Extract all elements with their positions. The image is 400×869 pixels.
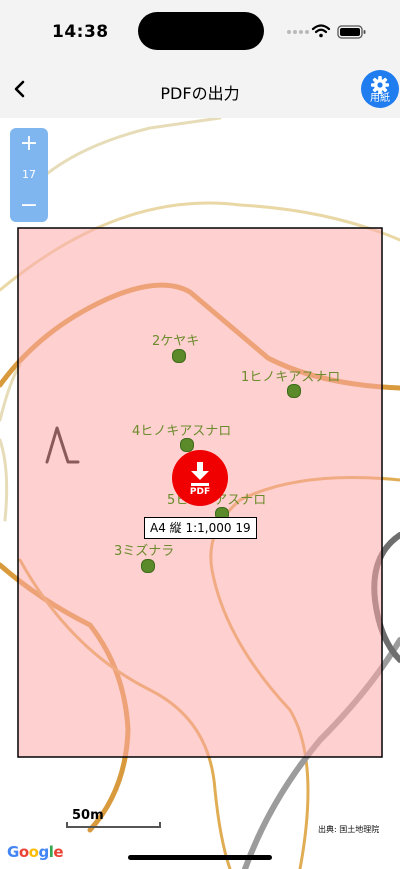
status-icons [286, 22, 376, 42]
contour-line [0, 438, 9, 522]
zoom-level: 17 [22, 168, 36, 181]
cellular-signal-icon [287, 30, 309, 34]
paper-settings-button[interactable]: 用紙 [361, 70, 399, 108]
tree-marker[interactable] [172, 349, 186, 363]
tree-marker[interactable] [180, 438, 194, 452]
map-attribution: 出典: 国土地理院 [318, 825, 380, 834]
tree-label-3: 3ミズナラ [114, 544, 175, 559]
tree-label-2: 2ケヤキ [152, 334, 200, 349]
dynamic-island [138, 12, 264, 50]
zoom-out-button[interactable]: − [10, 190, 48, 222]
wifi-icon [311, 24, 331, 38]
paper-settings-label: 用紙 [370, 93, 390, 104]
tree-label-1: 1ヒノキアスナロ [241, 370, 341, 385]
page-title: PDFの出力 [160, 84, 240, 103]
tree-marker[interactable] [141, 559, 155, 573]
navigation-bar: PDFの出力 [0, 62, 400, 118]
pdf-download-button[interactable]: PDF [172, 450, 228, 506]
tree-marker[interactable] [287, 384, 301, 398]
zoom-in-button[interactable]: + [10, 128, 48, 160]
status-time: 14:38 [52, 22, 109, 42]
paper-scale-info: A4 縦 1:1,000 19 [144, 517, 257, 539]
home-indicator [128, 855, 272, 860]
status-bar: 14:38 [0, 0, 400, 62]
contour-line [18, 118, 222, 202]
tree-label-4: 4ヒノキアスナロ [132, 424, 232, 439]
scale-bar-label: 50m [72, 808, 104, 823]
pdf-label: PDF [189, 487, 211, 497]
scale-bar [66, 822, 161, 828]
battery-icon [337, 25, 366, 39]
google-logo: Google [7, 843, 64, 861]
zoom-control: + 17 − [10, 128, 48, 222]
